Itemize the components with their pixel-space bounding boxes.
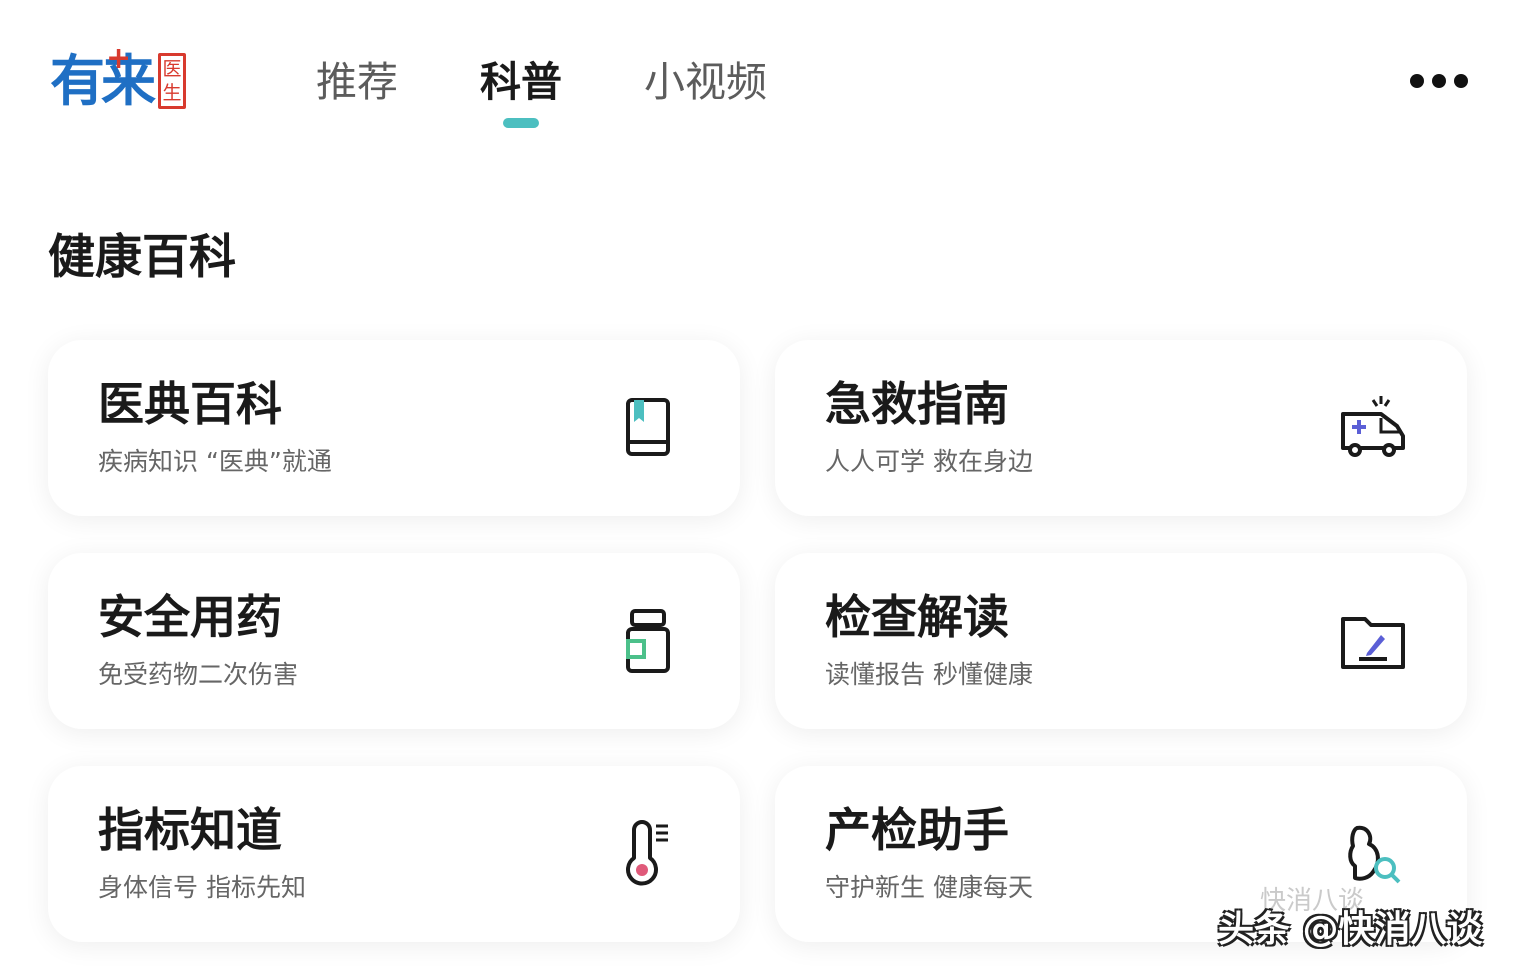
card-subtitle: 守护新生 健康每天 [825, 873, 1033, 902]
watermark: 头条 @快消八谈 [1218, 909, 1483, 950]
logo-badge: 医 生 [158, 53, 187, 109]
app-logo: 有来 + 医 生 [50, 41, 187, 113]
medicine-bottle-icon [626, 609, 670, 673]
card-subtitle: 免受药物二次伤害 [98, 660, 299, 689]
card-indicator-knowledge[interactable]: 指标知道 身体信号 指标先知 [48, 766, 740, 942]
thermometer-icon [626, 820, 668, 886]
logo-cross-icon: + [106, 41, 131, 76]
tab-science[interactable]: 科普 [480, 54, 562, 128]
card-title: 指标知道 [98, 803, 282, 857]
card-title: 产检助手 [825, 803, 1009, 857]
folder-edit-icon [1341, 617, 1405, 669]
card-subtitle: 读懂报告 秒懂健康 [825, 660, 1033, 689]
book-icon [626, 398, 670, 456]
card-title: 医典百科 [98, 377, 282, 431]
ambulance-icon [1341, 396, 1405, 457]
card-title: 检查解读 [825, 590, 1009, 644]
more-dots-icon[interactable] [1410, 74, 1468, 88]
card-safe-medication[interactable]: 安全用药 免受药物二次伤害 [48, 553, 740, 729]
top-tabs: 推荐 科普 小视频 [316, 54, 849, 128]
tab-recommend[interactable]: 推荐 [316, 54, 398, 110]
card-first-aid[interactable]: 急救指南 人人可学 救在身边 [775, 340, 1467, 516]
section-title: 健康百科 [48, 230, 236, 285]
card-exam-interpretation[interactable]: 检查解读 读懂报告 秒懂健康 [775, 553, 1467, 729]
card-subtitle: 身体信号 指标先知 [98, 873, 306, 902]
active-tab-indicator [503, 118, 539, 128]
card-title: 安全用药 [98, 590, 282, 644]
tab-short-video[interactable]: 小视频 [644, 54, 767, 110]
card-subtitle: 人人可学 救在身边 [825, 447, 1033, 476]
logo-text: 有来 + [50, 41, 156, 113]
card-title: 急救指南 [825, 377, 1009, 431]
card-medical-encyclopedia[interactable]: 医典百科 疾病知识 “医典”就通 [48, 340, 740, 516]
card-subtitle: 疾病知识 “医典”就通 [98, 447, 332, 476]
